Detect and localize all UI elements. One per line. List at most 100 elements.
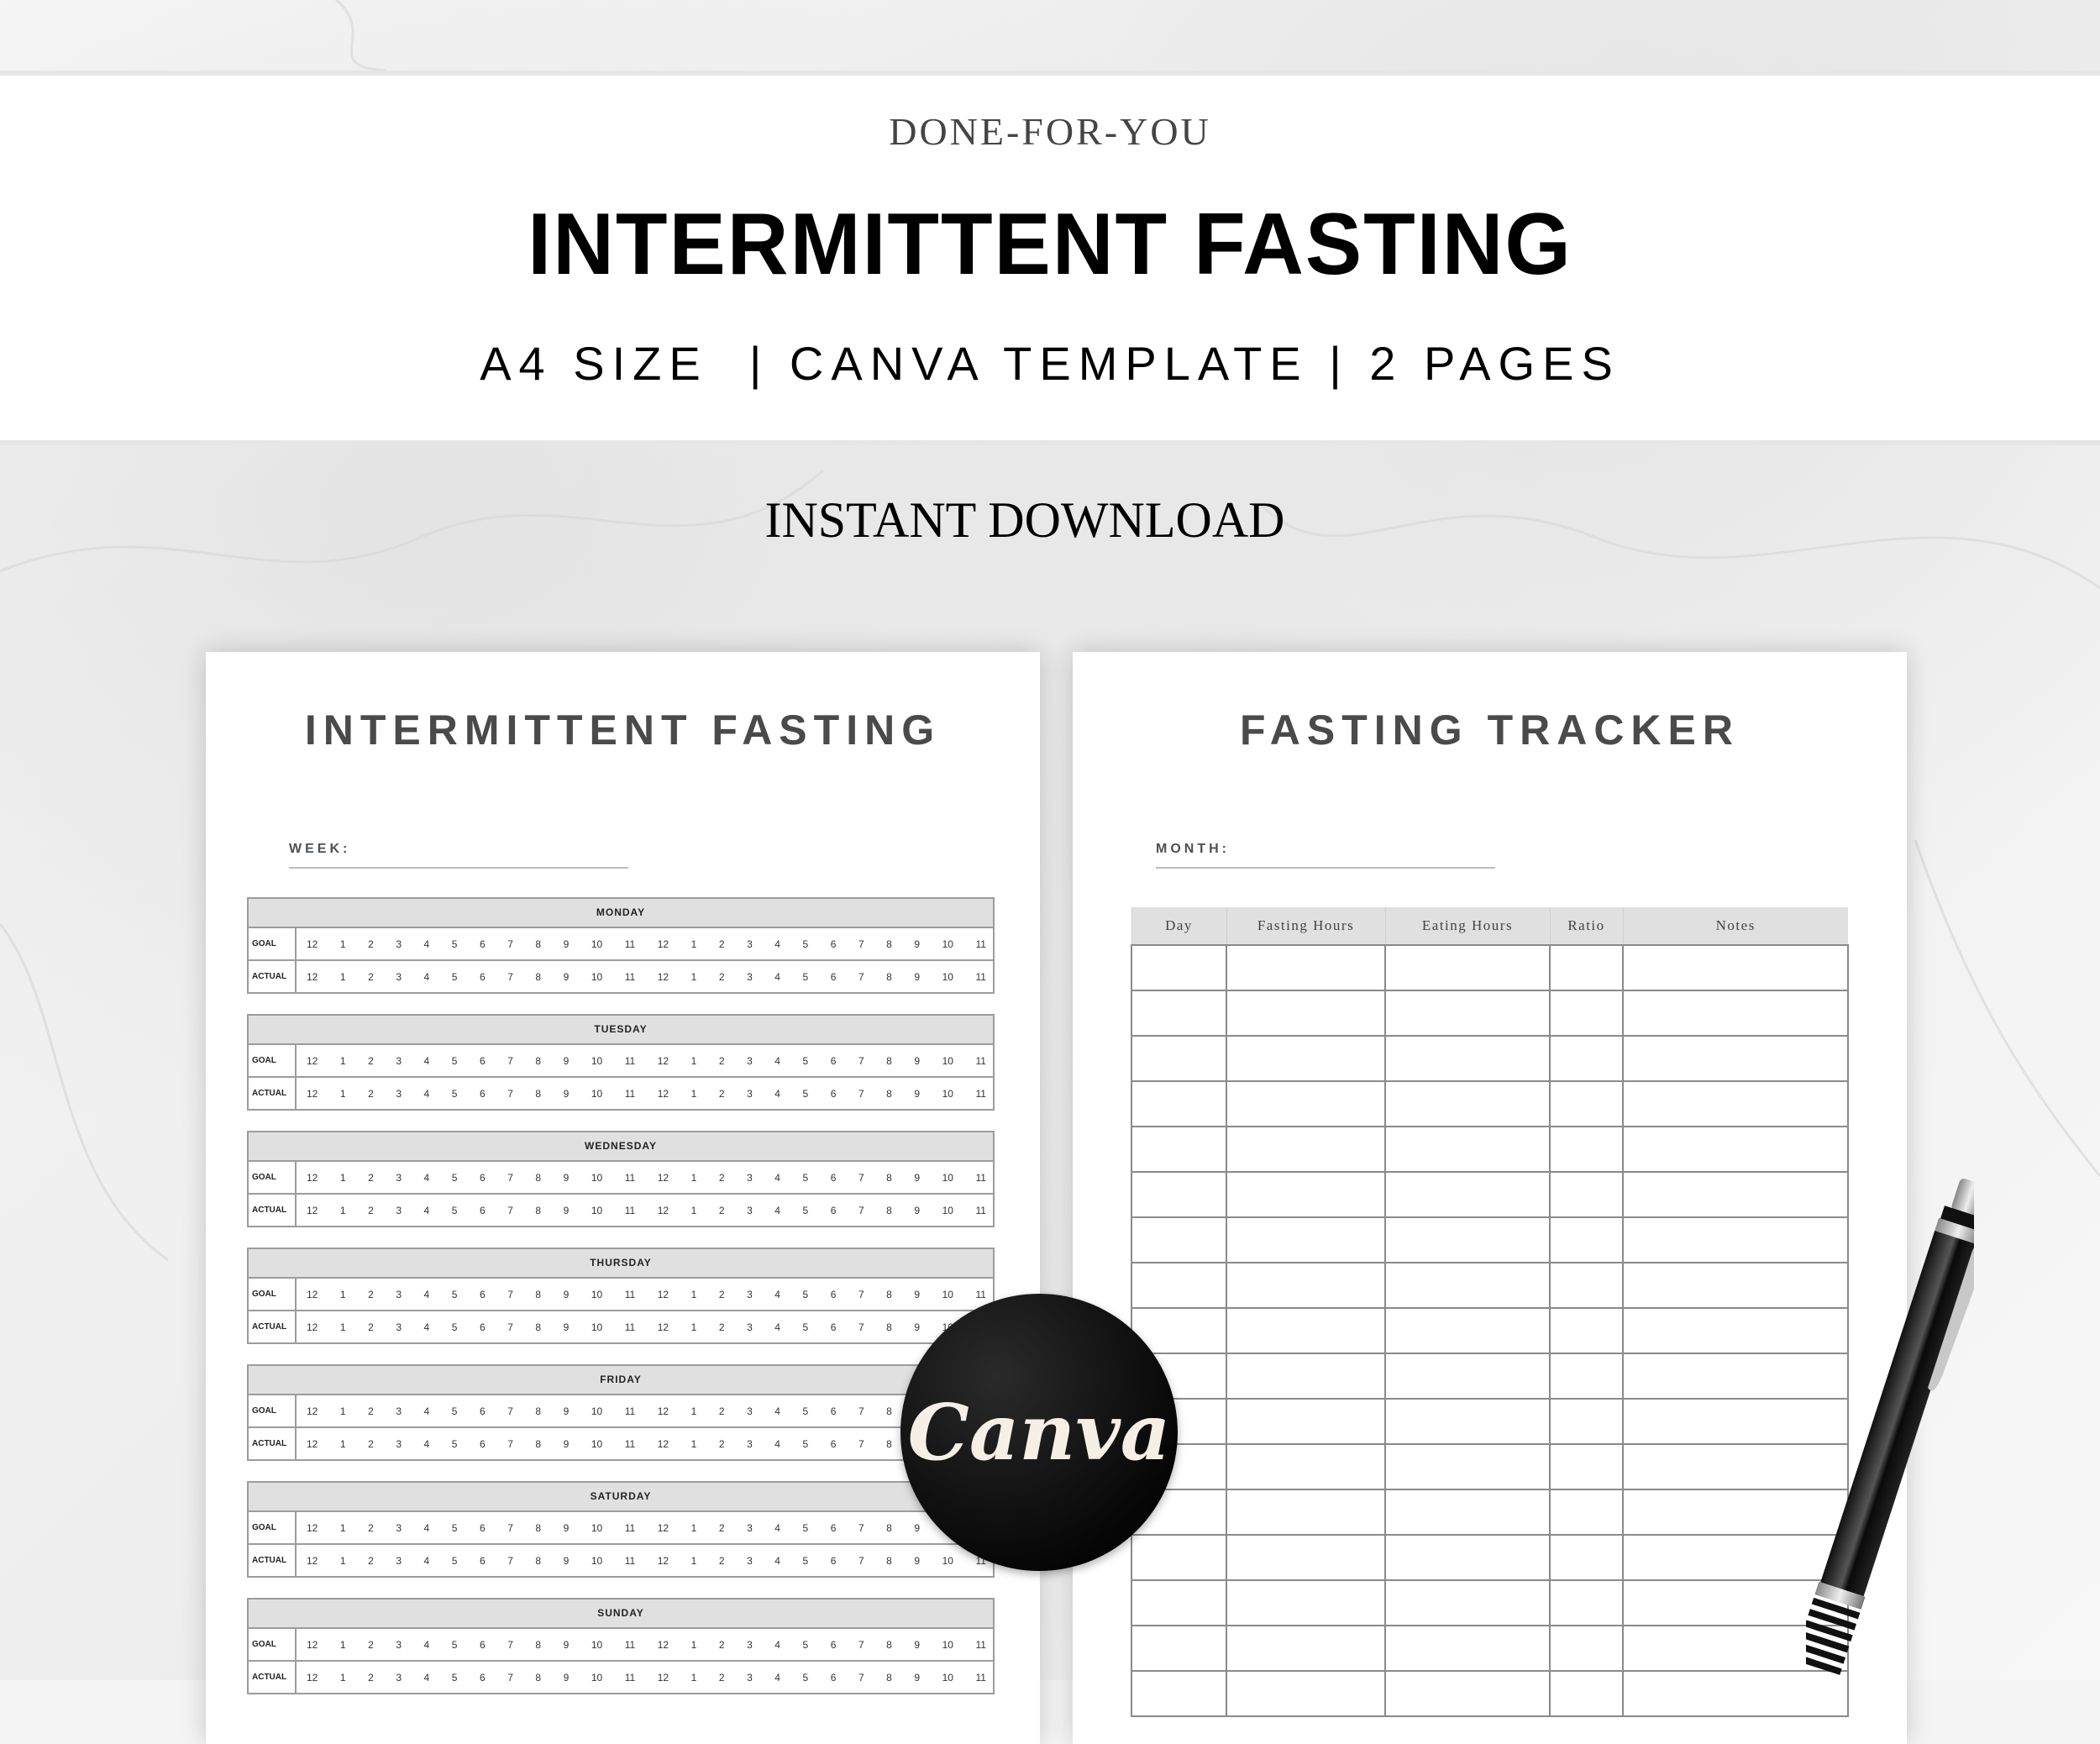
hour-slot[interactable]: 12 xyxy=(658,1088,669,1100)
hour-slot[interactable]: 8 xyxy=(886,1055,892,1067)
hour-slot[interactable]: 2 xyxy=(719,938,725,950)
cell-eating-hours[interactable] xyxy=(1384,1579,1551,1626)
hour-slot[interactable]: 3 xyxy=(396,1055,402,1067)
hour-slot[interactable]: 1 xyxy=(691,1289,697,1300)
hour-slot[interactable]: 5 xyxy=(452,1172,458,1184)
hour-slot[interactable]: 10 xyxy=(942,1672,953,1684)
hour-slot[interactable]: 4 xyxy=(424,1321,430,1333)
hour-slot[interactable]: 10 xyxy=(942,938,953,950)
hour-slot[interactable]: 9 xyxy=(914,1321,920,1333)
hour-slot[interactable]: 9 xyxy=(564,1405,570,1417)
hour-slot[interactable]: 5 xyxy=(452,938,458,950)
hour-slot[interactable]: 10 xyxy=(942,1289,953,1300)
hour-slot[interactable]: 4 xyxy=(774,1438,780,1450)
hour-slot[interactable]: 7 xyxy=(858,971,864,983)
hour-slot[interactable]: 3 xyxy=(396,1639,402,1651)
hour-slot[interactable]: 7 xyxy=(858,1088,864,1100)
hour-slot[interactable]: 9 xyxy=(914,1289,920,1300)
hour-slot[interactable]: 2 xyxy=(719,1172,725,1184)
hour-slot[interactable]: 11 xyxy=(625,971,635,983)
hour-slot[interactable]: 11 xyxy=(625,1639,635,1651)
hour-slot[interactable]: 11 xyxy=(976,1289,986,1300)
hour-slot[interactable]: 12 xyxy=(658,1438,669,1450)
hour-slot[interactable]: 2 xyxy=(368,971,374,983)
hour-slot[interactable]: 2 xyxy=(719,1405,725,1417)
cell-eating-hours[interactable] xyxy=(1384,1443,1551,1490)
hour-slot[interactable]: 9 xyxy=(914,1522,920,1534)
hour-slot[interactable]: 8 xyxy=(535,1088,541,1100)
hour-slot[interactable]: 11 xyxy=(625,1555,635,1567)
hour-slot[interactable]: 1 xyxy=(340,1405,346,1417)
hour-slot[interactable]: 10 xyxy=(591,1522,602,1534)
cell-eating-hours[interactable] xyxy=(1384,1035,1551,1082)
cell-day[interactable] xyxy=(1131,1670,1227,1717)
hour-slot[interactable]: 10 xyxy=(591,1205,602,1216)
hour-slot[interactable]: 3 xyxy=(396,1405,402,1417)
hour-slot[interactable]: 12 xyxy=(307,1438,318,1450)
hour-slot[interactable]: 4 xyxy=(424,971,430,983)
hour-slot[interactable]: 1 xyxy=(691,1555,697,1567)
hour-slot[interactable]: 5 xyxy=(803,1639,809,1651)
hour-slot[interactable]: 3 xyxy=(747,1055,753,1067)
hour-slot[interactable]: 12 xyxy=(658,1555,669,1567)
hour-slot[interactable]: 7 xyxy=(507,938,513,950)
hour-slot[interactable]: 2 xyxy=(719,971,725,983)
hour-slot[interactable]: 5 xyxy=(452,1088,458,1100)
hour-slot[interactable]: 4 xyxy=(774,1321,780,1333)
hour-slot[interactable]: 7 xyxy=(858,1522,864,1534)
hour-slot[interactable]: 12 xyxy=(307,1639,318,1651)
hour-slot[interactable]: 5 xyxy=(452,1055,458,1067)
hour-slot[interactable]: 1 xyxy=(691,1172,697,1184)
hour-slot[interactable]: 7 xyxy=(858,1172,864,1184)
cell-eating-hours[interactable] xyxy=(1384,1398,1551,1445)
hour-slot[interactable]: 4 xyxy=(424,1405,430,1417)
hour-slot[interactable]: 3 xyxy=(747,1555,753,1567)
cell-eating-hours[interactable] xyxy=(1384,1262,1551,1309)
hour-slot[interactable]: 3 xyxy=(747,1321,753,1333)
cell-ratio[interactable] xyxy=(1549,1262,1624,1309)
hour-slot[interactable]: 8 xyxy=(535,1321,541,1333)
hour-slot[interactable]: 4 xyxy=(774,1172,780,1184)
hour-slot[interactable]: 1 xyxy=(691,1438,697,1450)
hour-slot[interactable]: 10 xyxy=(591,1405,602,1417)
hour-slot[interactable]: 1 xyxy=(340,1289,346,1300)
hour-slot[interactable]: 8 xyxy=(535,1172,541,1184)
hour-slot[interactable]: 1 xyxy=(691,1055,697,1067)
cell-eating-hours[interactable] xyxy=(1384,1625,1551,1672)
hour-slot[interactable]: 10 xyxy=(591,1555,602,1567)
hour-slot[interactable]: 4 xyxy=(424,1639,430,1651)
hour-slot[interactable]: 6 xyxy=(831,1405,837,1417)
hour-slot[interactable]: 11 xyxy=(625,1205,635,1216)
hour-slot[interactable]: 7 xyxy=(858,1555,864,1567)
hour-slot[interactable]: 10 xyxy=(591,1088,602,1100)
cell-ratio[interactable] xyxy=(1549,1625,1624,1672)
cell-day[interactable] xyxy=(1131,1216,1227,1263)
hour-slot[interactable]: 12 xyxy=(658,1639,669,1651)
cell-eating-hours[interactable] xyxy=(1384,1670,1551,1717)
hour-slot[interactable]: 6 xyxy=(831,1172,837,1184)
hour-slot[interactable]: 1 xyxy=(340,1172,346,1184)
hour-slot[interactable]: 4 xyxy=(774,971,780,983)
hour-slot[interactable]: 9 xyxy=(914,1555,920,1567)
hour-slot[interactable]: 1 xyxy=(691,1321,697,1333)
cell-fasting-hours[interactable] xyxy=(1226,1080,1386,1127)
hour-slot[interactable]: 11 xyxy=(625,1522,635,1534)
hour-slot[interactable]: 8 xyxy=(886,1321,892,1333)
cell-notes[interactable] xyxy=(1622,1080,1849,1127)
hour-slot[interactable]: 6 xyxy=(831,1205,837,1216)
hour-slot[interactable]: 8 xyxy=(535,938,541,950)
cell-eating-hours[interactable] xyxy=(1384,1171,1551,1218)
hour-slot[interactable]: 8 xyxy=(886,1672,892,1684)
cell-fasting-hours[interactable] xyxy=(1226,1307,1386,1354)
cell-ratio[interactable] xyxy=(1549,1398,1624,1445)
hour-slot[interactable]: 2 xyxy=(368,1672,374,1684)
hour-slot[interactable]: 7 xyxy=(858,1205,864,1216)
hour-slot[interactable]: 2 xyxy=(719,1555,725,1567)
hour-slot[interactable]: 4 xyxy=(774,1289,780,1300)
hour-slot[interactable]: 10 xyxy=(942,1205,953,1216)
hour-slot[interactable]: 3 xyxy=(396,1438,402,1450)
hour-slot[interactable]: 7 xyxy=(507,1289,513,1300)
hour-slot[interactable]: 7 xyxy=(858,1405,864,1417)
cell-day[interactable] xyxy=(1131,1126,1227,1173)
hour-slot[interactable]: 8 xyxy=(886,1522,892,1534)
